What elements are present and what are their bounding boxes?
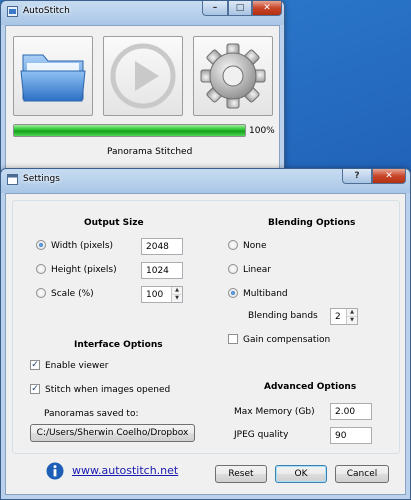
- maximize-button[interactable]: □: [228, 1, 252, 16]
- window-title: AutoStitch: [23, 6, 70, 16]
- height-label: Height (pixels): [51, 265, 117, 275]
- output-size-heading: Output Size: [84, 218, 144, 228]
- enable-viewer-label: Enable viewer: [45, 361, 109, 371]
- enable-viewer-checkbox[interactable]: ✓: [30, 360, 40, 370]
- progress-percent: 100%: [249, 126, 275, 136]
- width-radio[interactable]: [36, 240, 46, 250]
- reset-button[interactable]: Reset: [215, 465, 267, 483]
- autostitch-window: AutoStitch – □ ✕ 100% Panorama Stitched: [0, 0, 285, 180]
- height-radio[interactable]: [36, 264, 46, 274]
- scale-label: Scale (%): [51, 289, 94, 299]
- scale-radio[interactable]: [36, 288, 46, 298]
- settings-window-icon: [7, 174, 18, 185]
- blend-none-label: None: [243, 241, 267, 251]
- stitch-opened-label: Stitch when images opened: [45, 385, 171, 395]
- cancel-button[interactable]: Cancel: [335, 465, 389, 483]
- saved-to-label: Panoramas saved to:: [44, 409, 139, 419]
- blend-linear-radio[interactable]: [228, 264, 238, 274]
- blend-multiband-radio[interactable]: [228, 288, 238, 298]
- blending-heading: Blending Options: [268, 218, 356, 228]
- gear-icon: [200, 43, 266, 109]
- settings-client-area: Output Size Width (pixels) 2048 Height (…: [5, 193, 406, 495]
- scale-spin-arrows[interactable]: ▲ ▼: [171, 287, 182, 302]
- blending-bands-value: 2: [335, 312, 341, 322]
- gain-compensation-label: Gain compensation: [243, 335, 331, 345]
- spin-up-icon[interactable]: ▲: [172, 287, 182, 295]
- save-folder-button[interactable]: C:/Users/Sherwin Coelho/Dropbox: [30, 424, 195, 442]
- gain-compensation-checkbox[interactable]: [228, 334, 238, 344]
- jpeg-quality-label: JPEG quality: [234, 430, 289, 440]
- main-client-area: 100% Panorama Stitched: [5, 25, 280, 175]
- blend-linear-label: Linear: [243, 265, 271, 275]
- progress-fill: [14, 125, 245, 136]
- settings-button[interactable]: [193, 36, 273, 116]
- height-input[interactable]: 1024: [141, 262, 183, 279]
- title-bar[interactable]: AutoStitch – □ ✕: [1, 1, 284, 23]
- stitch-opened-checkbox[interactable]: ✓: [30, 384, 40, 394]
- app-icon: [7, 6, 18, 17]
- settings-dialog: Settings ? ✕ Output Size Width (pixels) …: [0, 168, 411, 500]
- jpeg-quality-input[interactable]: 90: [330, 427, 372, 444]
- spin-up-icon[interactable]: ▲: [347, 309, 357, 317]
- interface-heading: Interface Options: [74, 340, 163, 350]
- max-memory-label: Max Memory (Gb): [234, 407, 315, 417]
- bands-spin-arrows[interactable]: ▲ ▼: [346, 309, 357, 324]
- ok-button[interactable]: OK: [275, 465, 327, 483]
- settings-title: Settings: [23, 174, 60, 184]
- play-icon: [110, 43, 176, 109]
- advanced-heading: Advanced Options: [264, 382, 357, 392]
- blending-bands-label: Blending bands: [248, 311, 318, 321]
- blending-bands-spinbox[interactable]: 2 ▲ ▼: [330, 308, 358, 325]
- width-input[interactable]: 2048: [141, 238, 183, 255]
- stitch-button[interactable]: [103, 36, 183, 116]
- minimize-button[interactable]: –: [202, 1, 228, 16]
- close-button[interactable]: ✕: [252, 1, 282, 16]
- website-link[interactable]: www.autostitch.net: [72, 464, 178, 477]
- open-images-button[interactable]: [13, 36, 93, 116]
- width-label: Width (pixels): [51, 241, 114, 251]
- progress-bar: [13, 124, 246, 137]
- blend-none-radio[interactable]: [228, 240, 238, 250]
- max-memory-input[interactable]: 2.00: [330, 403, 372, 420]
- settings-title-bar[interactable]: Settings ? ✕: [1, 169, 410, 191]
- status-text: Panorama Stitched: [107, 147, 193, 157]
- spin-down-icon[interactable]: ▼: [347, 317, 357, 324]
- folder-icon: [20, 54, 86, 102]
- blend-multiband-label: Multiband: [243, 289, 288, 299]
- scale-value: 100: [146, 290, 164, 300]
- info-icon: [46, 462, 64, 480]
- scale-spinbox[interactable]: 100 ▲ ▼: [141, 286, 183, 303]
- spin-down-icon[interactable]: ▼: [172, 295, 182, 302]
- help-button[interactable]: ?: [342, 169, 372, 184]
- settings-close-button[interactable]: ✕: [372, 169, 406, 184]
